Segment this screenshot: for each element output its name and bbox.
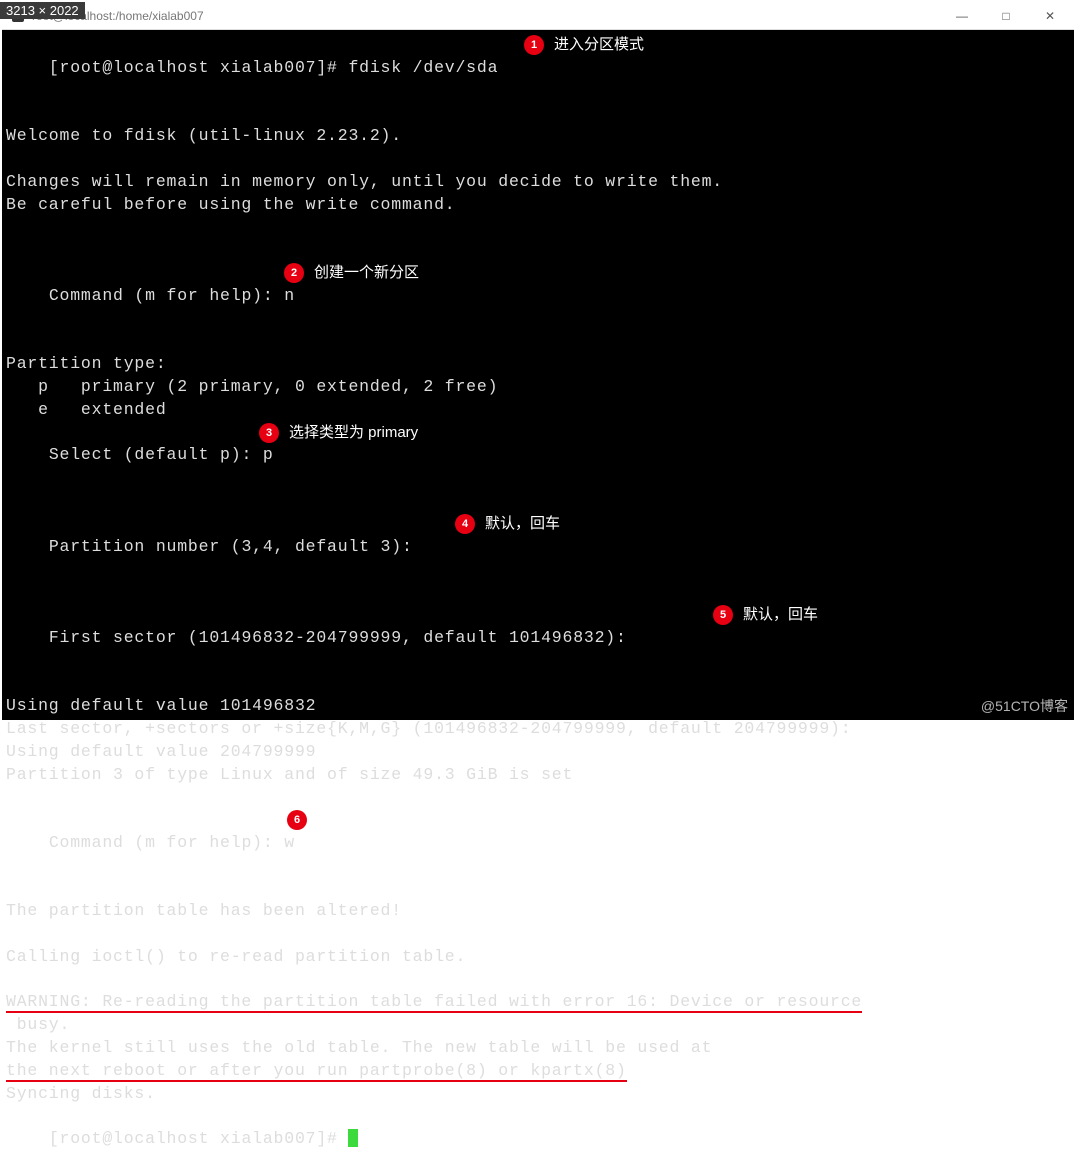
warning-underline: WARNING: Re-reading the partition table …: [6, 992, 862, 1013]
window-title: root@localhost:/home/xialab007: [32, 9, 940, 23]
cursor-block: [348, 1129, 358, 1147]
terminal-line: the next reboot or after you run partpro…: [6, 1060, 1070, 1083]
annotation-badge-6: 6: [287, 810, 307, 830]
window-titlebar: root@localhost:/home/xialab007 — □ ✕: [2, 2, 1074, 30]
maximize-button[interactable]: □: [984, 3, 1028, 29]
terminal-line: Command (m for help): w 6 注意，必须写入: [6, 809, 1070, 900]
watermark: @51CTO博客: [981, 696, 1068, 716]
prompt-line[interactable]: [root@localhost xialab007]#: [6, 1105, 1070, 1173]
annotation-text: 选择类型为 primary: [289, 422, 418, 445]
terminal-line: e extended: [6, 399, 1070, 422]
terminal-viewport[interactable]: [root@localhost xialab007]# fdisk /dev/s…: [2, 30, 1074, 720]
close-button[interactable]: ✕: [1028, 3, 1072, 29]
terminal-line: Partition 3 of type Linux and of size 49…: [6, 764, 1070, 787]
terminal-line: Changes will remain in memory only, unti…: [6, 171, 1070, 194]
annotation-text: 进入分区模式: [554, 34, 644, 57]
terminal-line: Be careful before using the write comman…: [6, 194, 1070, 217]
image-size-badge: 3213 × 2022: [0, 2, 85, 19]
window-controls: — □ ✕: [940, 3, 1072, 29]
annotation-text: 创建一个新分区: [314, 262, 419, 285]
annotation-badge-1: 1: [524, 35, 544, 55]
terminal-line: [root@localhost xialab007]# fdisk /dev/s…: [6, 34, 1070, 125]
terminal-line: Command (m for help): n 2 创建一个新分区: [6, 262, 1070, 353]
terminal-line: Partition number (3,4, default 3): 4 默认，…: [6, 513, 1070, 604]
annotation-1: 1 进入分区模式: [524, 34, 644, 57]
hint-underline: the next reboot or after you run partpro…: [6, 1061, 627, 1082]
terminal-line: Using default value 204799999: [6, 741, 1070, 764]
terminal-line: p primary (2 primary, 0 extended, 2 free…: [6, 376, 1070, 399]
annotation-text: 默认，回车: [743, 604, 818, 627]
terminal-line: Syncing disks.: [6, 1083, 1070, 1106]
annotation-text: 注意，必须写入: [317, 809, 422, 832]
terminal-line: The kernel still uses the old table. The…: [6, 1037, 1070, 1060]
terminal-line: The partition table has been altered!: [6, 900, 1070, 923]
terminal-line: Calling ioctl() to re-read partition tab…: [6, 946, 1070, 969]
annotation-3: 3 选择类型为 primary: [259, 422, 418, 445]
annotation-badge-4: 4: [455, 514, 475, 534]
terminal-line: busy.: [6, 1014, 1070, 1037]
terminal-line: Partition type:: [6, 353, 1070, 376]
terminal-line: [6, 216, 1070, 239]
annotation-badge-5: 5: [713, 605, 733, 625]
annotation-badge-2: 2: [284, 263, 304, 283]
terminal-line: Welcome to fdisk (util-linux 2.23.2).: [6, 125, 1070, 148]
annotation-badge-3: 3: [259, 423, 279, 443]
annotation-6: 6 注意，必须写入: [287, 809, 422, 832]
terminal-line: Last sector, +sectors or +size{K,M,G} (1…: [6, 718, 1070, 741]
terminal-line: [6, 786, 1070, 809]
annotation-4: 4 默认，回车: [455, 513, 560, 536]
terminal-line: WARNING: Re-reading the partition table …: [6, 991, 1070, 1014]
terminal-line: [6, 239, 1070, 262]
annotation-text: 默认，回车: [485, 513, 560, 536]
terminal-line: Select (default p): p 3 选择类型为 primary: [6, 422, 1070, 513]
annotation-2: 2 创建一个新分区: [284, 262, 419, 285]
terminal-line: First sector (101496832-204799999, defau…: [6, 604, 1070, 695]
terminal-line: [6, 969, 1070, 992]
annotation-5: 5 默认，回车: [713, 604, 818, 627]
terminal-line: [6, 148, 1070, 171]
minimize-button[interactable]: —: [940, 3, 984, 29]
terminal-line: Using default value 101496832: [6, 695, 1070, 718]
terminal-line: [6, 923, 1070, 946]
